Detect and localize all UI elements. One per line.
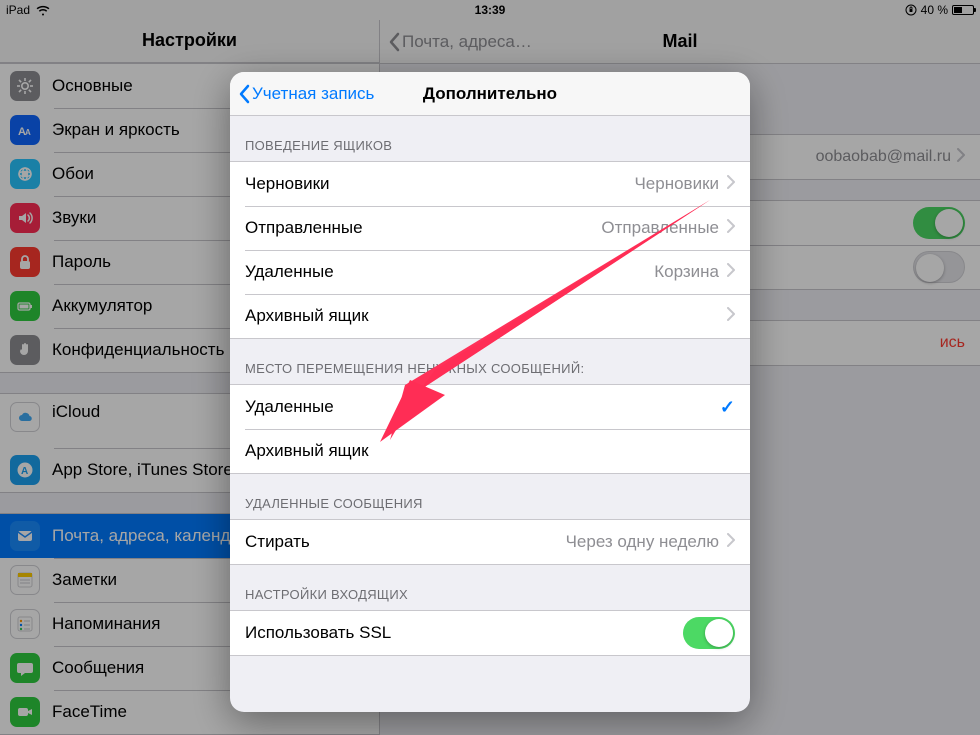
chevron-right-icon bbox=[727, 306, 735, 326]
mailbox-row-1[interactable]: Отправленные Отправленные bbox=[230, 206, 750, 250]
modal-title: Дополнительно bbox=[423, 84, 557, 104]
mailbox-row-label: Черновики bbox=[245, 174, 330, 194]
mailbox-row-value: Корзина bbox=[654, 262, 719, 282]
mailbox-row-label: Архивный ящик bbox=[245, 306, 369, 326]
erase-label: Стирать bbox=[245, 532, 310, 552]
section-deleted: УДАЛЕННЫЕ СООБЩЕНИЯ bbox=[230, 474, 750, 519]
chevron-left-icon bbox=[238, 84, 250, 104]
device-root: iPad 13:39 40 % Настройки ОсновныеAAЭкра… bbox=[0, 0, 980, 735]
use-ssl-label: Использовать SSL bbox=[245, 623, 391, 643]
section-mailbox-behavior: ПОВЕДЕНИЕ ЯЩИКОВ bbox=[230, 116, 750, 161]
chevron-right-icon bbox=[727, 174, 735, 194]
erase-row[interactable]: Стирать Через одну неделю bbox=[230, 520, 750, 564]
move-row-label: Архивный ящик bbox=[245, 441, 369, 461]
mailbox-row-2[interactable]: Удаленные Корзина bbox=[230, 250, 750, 294]
section-move-discarded: МЕСТО ПЕРЕМЕЩЕНИЯ НЕНУЖНЫХ СООБЩЕНИЙ: bbox=[230, 339, 750, 384]
chevron-right-icon bbox=[727, 532, 735, 552]
chevron-right-icon bbox=[727, 218, 735, 238]
mailbox-row-3[interactable]: Архивный ящик bbox=[230, 294, 750, 338]
modal-back-button[interactable]: Учетная запись bbox=[238, 84, 374, 104]
chevron-right-icon bbox=[727, 262, 735, 282]
ssl-toggle[interactable] bbox=[683, 617, 735, 649]
advanced-modal: Учетная запись Дополнительно ПОВЕДЕНИЕ Я… bbox=[230, 72, 750, 712]
checkmark-icon: ✓ bbox=[720, 397, 735, 418]
mailbox-row-label: Отправленные bbox=[245, 218, 363, 238]
erase-value: Через одну неделю bbox=[566, 532, 719, 552]
move-row-label: Удаленные bbox=[245, 397, 334, 417]
modal-back-label: Учетная запись bbox=[252, 84, 374, 104]
mailbox-row-value: Отправленные bbox=[601, 218, 719, 238]
section-incoming: НАСТРОЙКИ ВХОДЯЩИХ bbox=[230, 565, 750, 610]
mailbox-row-0[interactable]: Черновики Черновики bbox=[230, 162, 750, 206]
mailbox-row-value: Черновики bbox=[634, 174, 719, 194]
move-row-1[interactable]: Архивный ящик bbox=[230, 429, 750, 473]
move-row-0[interactable]: Удаленные ✓ bbox=[230, 385, 750, 429]
use-ssl-row[interactable]: Использовать SSL bbox=[230, 611, 750, 655]
mailbox-row-label: Удаленные bbox=[245, 262, 334, 282]
